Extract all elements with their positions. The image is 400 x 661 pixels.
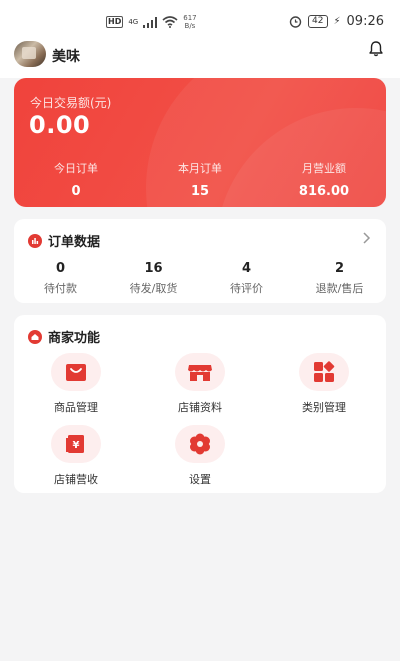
revenue-stat-today-orders[interactable]: 今日订单 0 (14, 160, 138, 199)
app-header: 美味 (0, 41, 400, 70)
shop-name: 美味 (52, 49, 80, 65)
order-data-title: 订单数据 (48, 235, 101, 250)
order-data-card: 订单数据 0 待付款 16 待发/取货 4 待评价 2 退款/售后 (14, 219, 386, 303)
func-icon-wrap (175, 353, 225, 391)
order-stat-value: 16 (144, 261, 163, 276)
speed-value: 617 (183, 14, 197, 22)
revenue-stat-month-orders[interactable]: 本月订单 15 (138, 160, 262, 199)
func-label: 店铺资料 (178, 401, 222, 414)
order-stat-value: 0 (55, 261, 66, 276)
order-stat-pending-delivery[interactable]: 16 待发/取货 (107, 261, 200, 296)
status-left: HD 4G 617 B/s (106, 14, 197, 30)
stat-value: 15 (190, 184, 210, 199)
order-stat-pending-payment[interactable]: 0 待付款 (14, 261, 107, 296)
hd-indicator: HD (106, 16, 124, 28)
revenue-stat-month-revenue[interactable]: 月营业额 816.00 (262, 160, 386, 199)
order-stat-refund[interactable]: 2 退款/售后 (293, 261, 386, 296)
func-label: 商品管理 (54, 401, 98, 414)
network-type: 4G (128, 18, 139, 26)
yuan-revenue-icon: ¥ (66, 435, 84, 453)
network-speed: 617 B/s (183, 14, 196, 30)
home-icon (28, 329, 42, 344)
order-stats: 0 待付款 16 待发/取货 4 待评价 2 退款/售后 (14, 261, 386, 296)
order-stat-value: 4 (241, 261, 252, 276)
func-label: 设置 (189, 473, 211, 486)
battery-indicator: 42 (308, 15, 328, 28)
alarm-icon (289, 16, 302, 28)
stat-value: 0 (71, 184, 81, 199)
func-label: 店铺营收 (54, 473, 98, 486)
speed-unit: B/s (184, 22, 196, 30)
chevron-right-icon[interactable] (361, 231, 371, 245)
merchant-functions-header: 商家功能 (28, 327, 100, 346)
func-settings[interactable]: 设置 (138, 425, 262, 487)
shopping-bag-icon (66, 364, 86, 381)
order-stat-label: 待评价 (230, 282, 263, 295)
wifi-icon (162, 16, 178, 28)
order-stat-label: 待发/取货 (129, 282, 178, 295)
order-stat-label: 待付款 (44, 282, 77, 295)
stat-label: 月营业额 (302, 162, 346, 175)
status-bar: HD 4G 617 B/s 42 ⚡ 09:26 (0, 0, 400, 44)
func-icon-wrap (175, 425, 225, 463)
signal-icon (143, 16, 158, 28)
stat-label: 本月订单 (178, 162, 222, 175)
category-grid-icon (314, 361, 335, 382)
func-product-management[interactable]: 商品管理 (14, 353, 138, 415)
order-stat-label: 退款/售后 (315, 282, 364, 295)
svg-text:¥: ¥ (73, 440, 80, 451)
notification-bell-icon[interactable] (367, 40, 385, 58)
charging-icon: ⚡ (333, 16, 341, 27)
status-right: 42 ⚡ 09:26 (289, 14, 384, 29)
today-revenue-label: 今日交易额(元) (30, 96, 112, 110)
func-icon-wrap (51, 353, 101, 391)
bar-chart-icon (28, 233, 42, 248)
stat-value: 816.00 (298, 184, 350, 199)
func-icon-wrap: ¥ (51, 425, 101, 463)
merchant-functions-card: 商家功能 商品管理 店铺资料 类别管理 ¥ 店铺营收 设置 (14, 315, 386, 493)
order-data-header[interactable]: 订单数据 (28, 231, 100, 250)
order-stat-pending-review[interactable]: 4 待评价 (200, 261, 293, 296)
settings-flower-icon (190, 433, 210, 455)
func-category-management[interactable]: 类别管理 (262, 353, 386, 415)
header-spacer (0, 70, 400, 78)
today-revenue-value: 0.00 (29, 111, 91, 139)
func-icon-wrap (299, 353, 349, 391)
func-shop-revenue[interactable]: ¥ 店铺营收 (14, 425, 138, 487)
clock-time: 09:26 (346, 14, 384, 29)
shop-avatar[interactable] (14, 41, 46, 67)
order-stat-value: 2 (334, 261, 345, 276)
stat-label: 今日订单 (54, 162, 98, 175)
func-label: 类别管理 (302, 401, 346, 414)
func-shop-info[interactable]: 店铺资料 (138, 353, 262, 415)
storefront-icon (188, 365, 212, 381)
revenue-card[interactable]: 今日交易额(元) 0.00 今日订单 0 本月订单 15 月营业额 816.00 (14, 78, 386, 207)
merchant-functions-title: 商家功能 (48, 331, 101, 346)
revenue-stats: 今日订单 0 本月订单 15 月营业额 816.00 (14, 160, 386, 199)
